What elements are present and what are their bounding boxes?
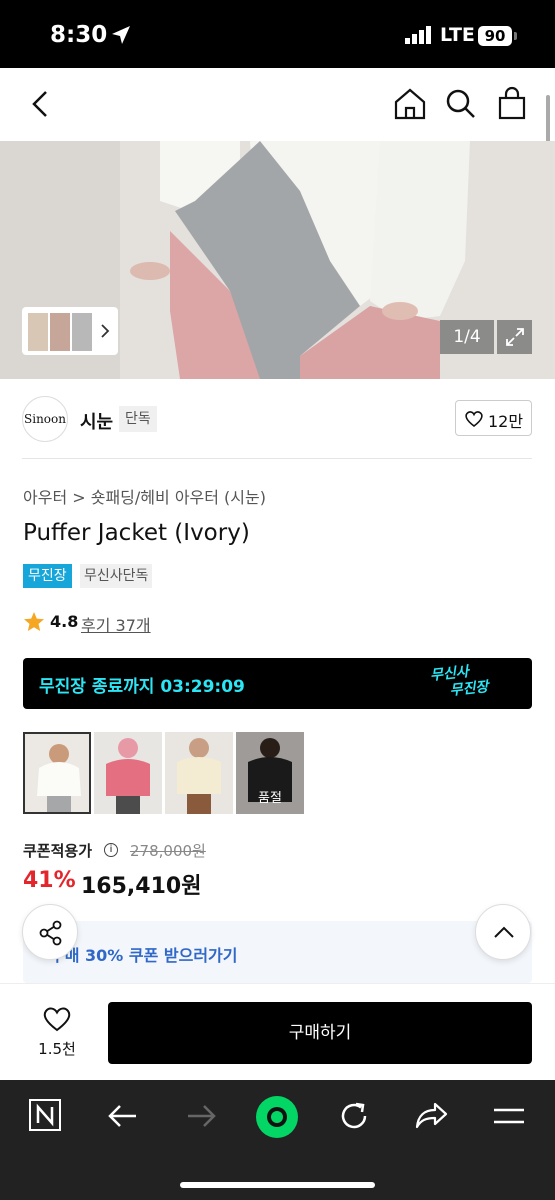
scroll-indicator xyxy=(546,95,550,145)
home-icon[interactable] xyxy=(393,86,427,122)
color-option-image xyxy=(25,734,89,812)
back-icon[interactable] xyxy=(28,86,52,122)
gallery-counter: 1/4 xyxy=(440,320,494,354)
tag-mujinjang: 무진장 xyxy=(23,564,72,588)
color-option-ivory[interactable] xyxy=(23,732,91,814)
color-option-pink[interactable] xyxy=(94,732,162,814)
soldout-label: 품절 xyxy=(258,791,282,806)
buy-button[interactable]: 구매하기 xyxy=(108,1002,532,1064)
top-navigation xyxy=(0,68,555,141)
tag-musinsa-exclusive: 무신사단독 xyxy=(80,564,153,588)
breadcrumb[interactable]: 아우터 > 숏패딩/헤비 아우터 (시눈) xyxy=(23,484,266,508)
cart-icon[interactable] xyxy=(497,86,527,122)
share-button[interactable] xyxy=(22,904,78,960)
home-green-icon[interactable] xyxy=(256,1096,298,1138)
color-option-image xyxy=(94,732,162,814)
color-option-image xyxy=(165,732,233,814)
info-icon[interactable]: i xyxy=(104,843,118,857)
coupon-price-label: 쿠폰적용가 xyxy=(23,842,93,860)
signal-icon xyxy=(405,26,431,44)
star-icon xyxy=(24,612,44,631)
reviews-link[interactable]: 후기 37개 xyxy=(81,612,151,636)
discount-rate: 41% xyxy=(23,868,76,893)
status-time: 8:30 xyxy=(50,22,108,48)
chevron-right-icon xyxy=(101,324,110,338)
home-indicator xyxy=(180,1182,375,1188)
gallery-thumb[interactable] xyxy=(28,313,48,351)
bottom-action-bar: 1.5천 구매하기 xyxy=(0,983,555,1080)
gallery-thumb[interactable] xyxy=(72,313,92,351)
promo-countdown: 무진장 종료까지 03:29:09 xyxy=(39,677,245,697)
share-nodes-icon xyxy=(39,920,62,946)
rating-value: 4.8 xyxy=(50,612,79,631)
refresh-icon[interactable] xyxy=(338,1100,370,1132)
scroll-top-button[interactable] xyxy=(475,904,531,960)
forward-arrow-icon[interactable] xyxy=(184,1102,218,1130)
location-arrow-icon xyxy=(112,26,130,44)
gallery-thumb[interactable] xyxy=(50,313,70,351)
share-icon[interactable] xyxy=(414,1101,448,1131)
battery-indicator: 90 xyxy=(478,26,512,46)
back-arrow-icon[interactable] xyxy=(106,1102,140,1130)
brand-row: Sinoon 시눈 단독 12만 xyxy=(0,380,555,458)
search-icon[interactable] xyxy=(445,86,477,122)
gallery-thumbnails[interactable] xyxy=(22,307,118,355)
naver-n-icon[interactable] xyxy=(28,1098,62,1132)
color-option-cream[interactable] xyxy=(165,732,233,814)
brand-logo[interactable]: Sinoon xyxy=(22,396,68,442)
heart-icon xyxy=(43,1007,71,1032)
menu-icon[interactable] xyxy=(492,1106,526,1126)
original-price: 278,000원 xyxy=(130,842,206,860)
heart-icon xyxy=(465,411,483,428)
logo-line-2: 무진장 xyxy=(449,679,490,699)
musinsa-mujinjang-logo: 무신사 무진장 xyxy=(429,662,489,702)
coupon-text: 구매 30% 쿠폰 받으러가기 xyxy=(50,946,238,965)
product-title: Puffer Jacket (Ivory) xyxy=(23,520,250,546)
brand-like-button[interactable]: 12만 xyxy=(455,400,532,436)
status-bar: 8:30 LTE 90 xyxy=(0,0,555,68)
chevron-up-icon xyxy=(494,926,514,938)
brand-badge: 단독 xyxy=(119,406,157,432)
wishlist-count: 1.5천 xyxy=(38,1040,76,1058)
network-label: LTE xyxy=(440,24,475,46)
divider xyxy=(22,458,532,459)
battery-tip xyxy=(514,32,517,40)
promo-banner[interactable]: 무진장 종료까지 03:29:09 무신사 무진장 xyxy=(23,658,532,709)
wishlist-button[interactable]: 1.5천 xyxy=(30,1002,84,1064)
brand-name[interactable]: 시눈 xyxy=(80,408,113,434)
color-option-black[interactable]: 품절 xyxy=(236,732,304,814)
expand-icon xyxy=(506,328,524,346)
sale-price: 165,410원 xyxy=(81,874,202,899)
expand-button[interactable] xyxy=(497,320,532,354)
coupon-banner[interactable]: 구매 30% 쿠폰 받으러가기 xyxy=(23,921,532,983)
brand-like-count: 12만 xyxy=(488,412,524,431)
